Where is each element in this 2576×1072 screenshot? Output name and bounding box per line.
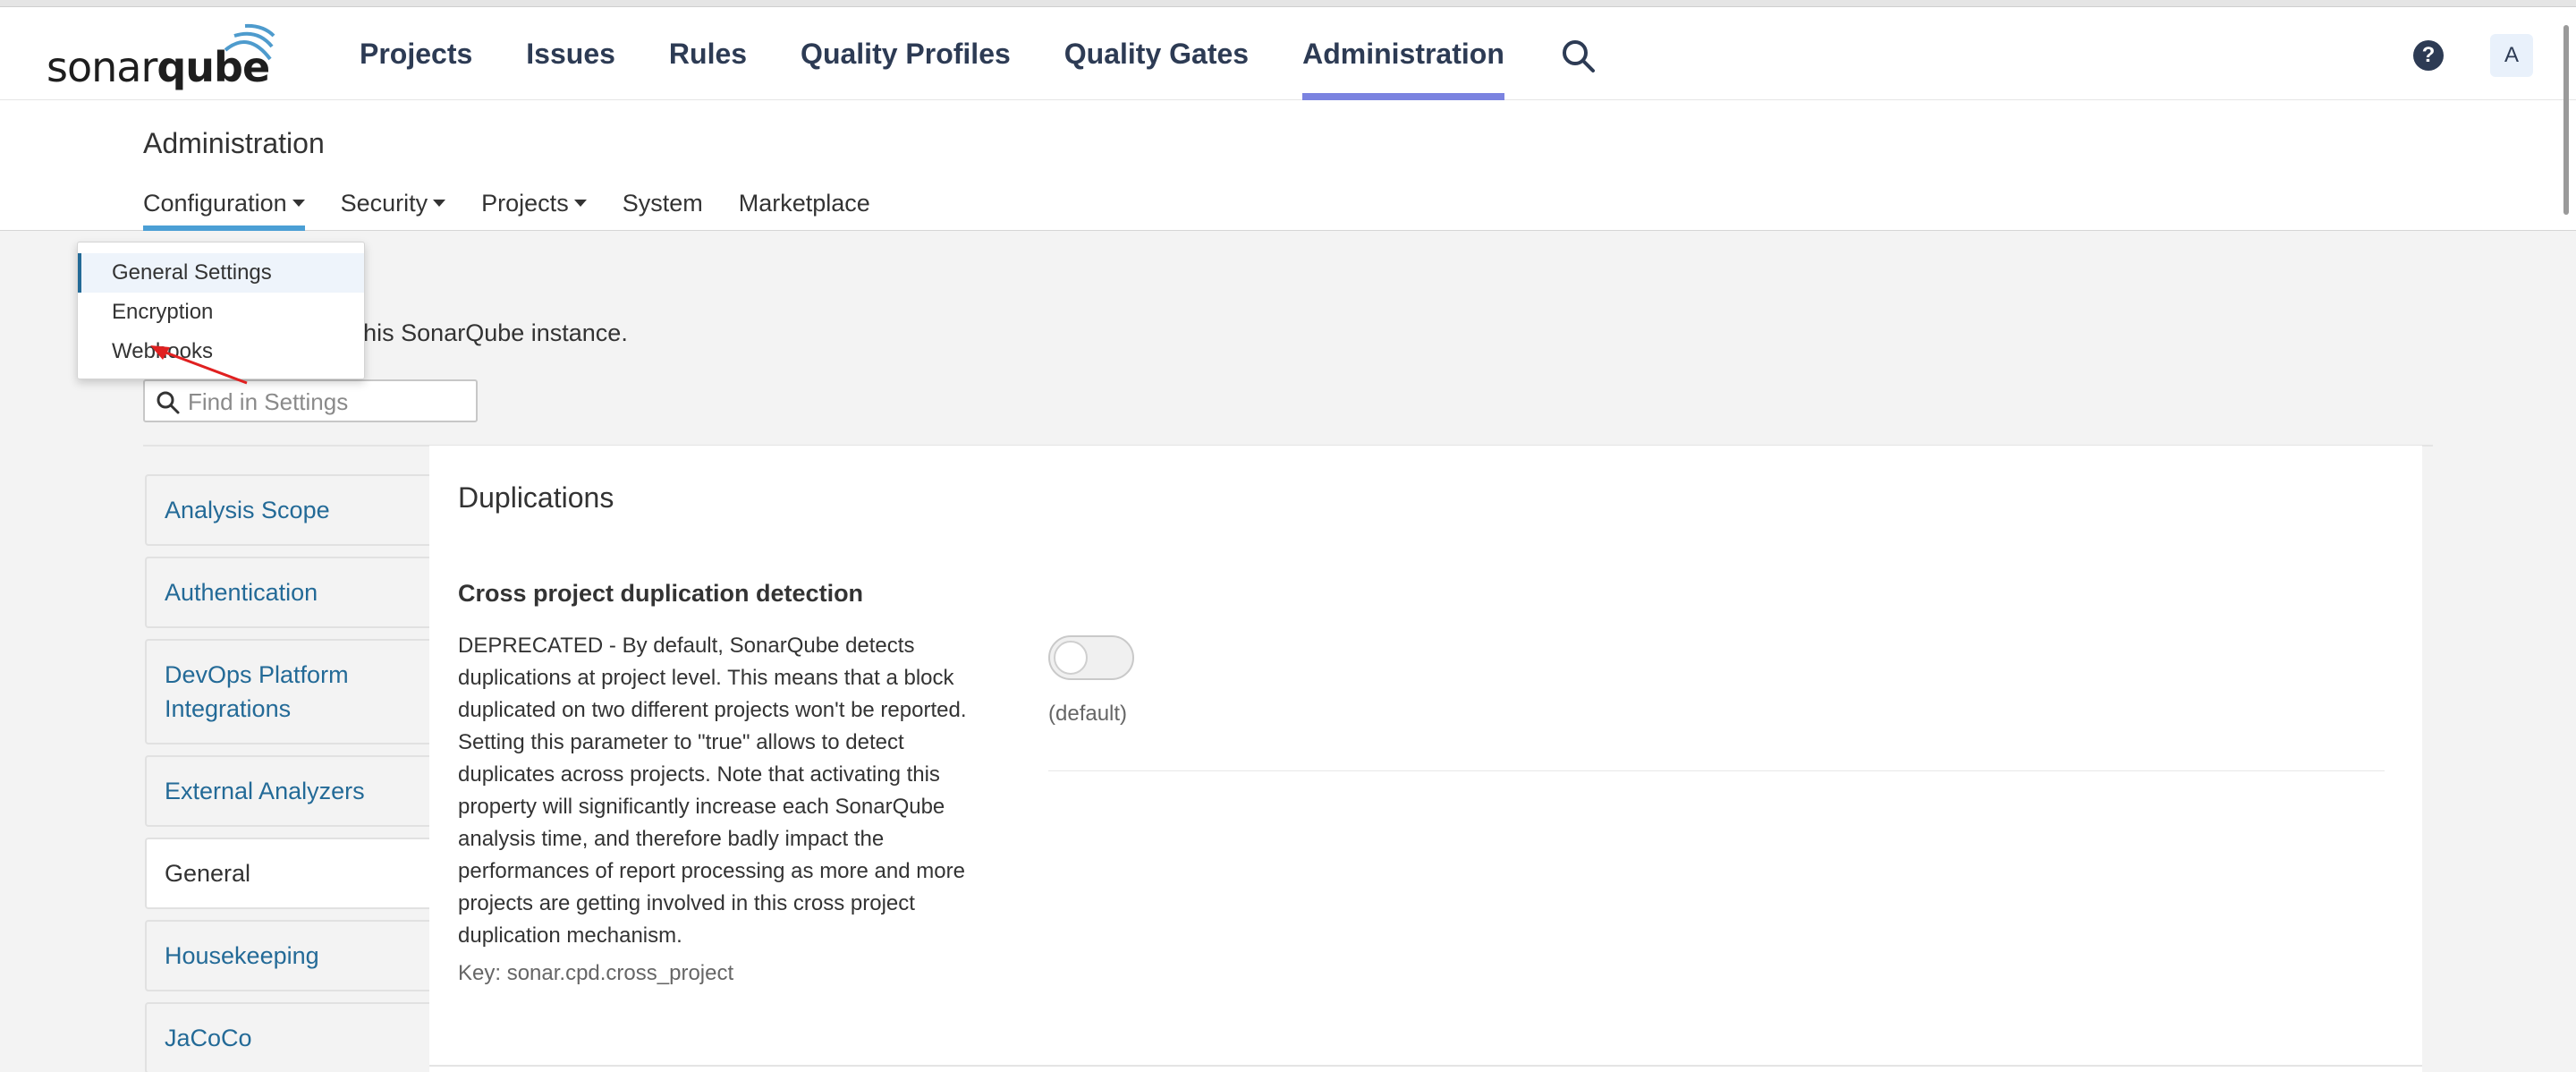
setting-key: Key: sonar.cpd.cross_project — [458, 961, 734, 985]
browser-top-strip — [0, 0, 2576, 7]
settings-search-box — [143, 379, 478, 422]
default-label: (default) — [1048, 702, 1128, 726]
category-external-analyzers[interactable]: External Analyzers — [145, 755, 429, 827]
setting-description: DEPRECATED - By default, SonarQube detec… — [458, 634, 967, 948]
configuration-dropdown: General Settings Encryption Webhooks — [77, 242, 365, 379]
page-description-visible: r this SonarQube instance. — [342, 319, 628, 346]
caret-down-icon — [573, 199, 587, 207]
search-icon[interactable] — [1560, 38, 1596, 73]
subnav-projects-label: Projects — [481, 190, 569, 217]
subnav-system[interactable]: System — [623, 190, 703, 231]
category-housekeeping[interactable]: Housekeeping — [145, 920, 429, 991]
subnav-configuration-label: Configuration — [143, 190, 287, 217]
nav-quality-gates[interactable]: Quality Gates — [1064, 7, 1249, 100]
logo-waves-icon — [224, 23, 275, 61]
logo-text-regular: sonar — [47, 43, 157, 91]
help-icon[interactable]: ? — [2413, 40, 2444, 71]
subnav-security-label: Security — [340, 190, 428, 217]
sonarqube-logo[interactable]: sonarqube — [47, 23, 279, 91]
user-avatar[interactable]: A — [2490, 34, 2533, 77]
main-nav-items: Projects Issues Rules Quality Profiles Q… — [360, 7, 1558, 100]
category-general[interactable]: General — [145, 838, 429, 909]
category-devops-platform-integrations[interactable]: DevOps Platform Integrations — [145, 639, 429, 744]
page-title: Administration — [143, 127, 325, 159]
nav-administration[interactable]: Administration — [1302, 7, 1504, 100]
setting-divider — [1048, 770, 2385, 771]
search-icon — [157, 391, 180, 414]
dropdown-webhooks[interactable]: Webhooks — [78, 332, 364, 371]
cross-project-toggle[interactable] — [1048, 635, 1134, 680]
category-jacoco[interactable]: JaCoCo — [145, 1002, 429, 1072]
category-authentication[interactable]: Authentication — [145, 557, 429, 628]
settings-panel: Duplications Cross project duplication d… — [429, 446, 2422, 1072]
subnav-marketplace[interactable]: Marketplace — [739, 190, 870, 231]
category-analysis-scope[interactable]: Analysis Scope — [145, 474, 429, 546]
nav-rules[interactable]: Rules — [669, 7, 747, 100]
nav-quality-profiles[interactable]: Quality Profiles — [801, 7, 1011, 100]
setting-title: Cross project duplication detection — [458, 580, 864, 607]
toggle-knob — [1054, 641, 1088, 675]
nav-projects[interactable]: Projects — [360, 7, 472, 100]
dropdown-encryption[interactable]: Encryption — [78, 293, 364, 332]
subnav-security[interactable]: Security — [341, 190, 446, 231]
subnav-projects[interactable]: Projects — [481, 190, 587, 231]
page-header: Administration Configuration Security Pr… — [0, 100, 2576, 231]
nav-issues[interactable]: Issues — [526, 7, 615, 100]
page-scrollbar[interactable] — [2563, 25, 2569, 215]
admin-subnav: Configuration Security Projects System M… — [143, 190, 906, 231]
settings-search-input[interactable] — [188, 387, 465, 417]
top-navigation: sonarqube Projects Issues Rules Quality … — [0, 7, 2576, 100]
subnav-configuration[interactable]: Configuration — [143, 190, 305, 231]
caret-down-icon — [292, 199, 305, 207]
caret-down-icon — [433, 199, 446, 207]
section-title: Duplications — [458, 481, 614, 514]
dropdown-general-settings[interactable]: General Settings — [78, 253, 364, 293]
panel-bottom-border — [429, 1065, 2422, 1067]
